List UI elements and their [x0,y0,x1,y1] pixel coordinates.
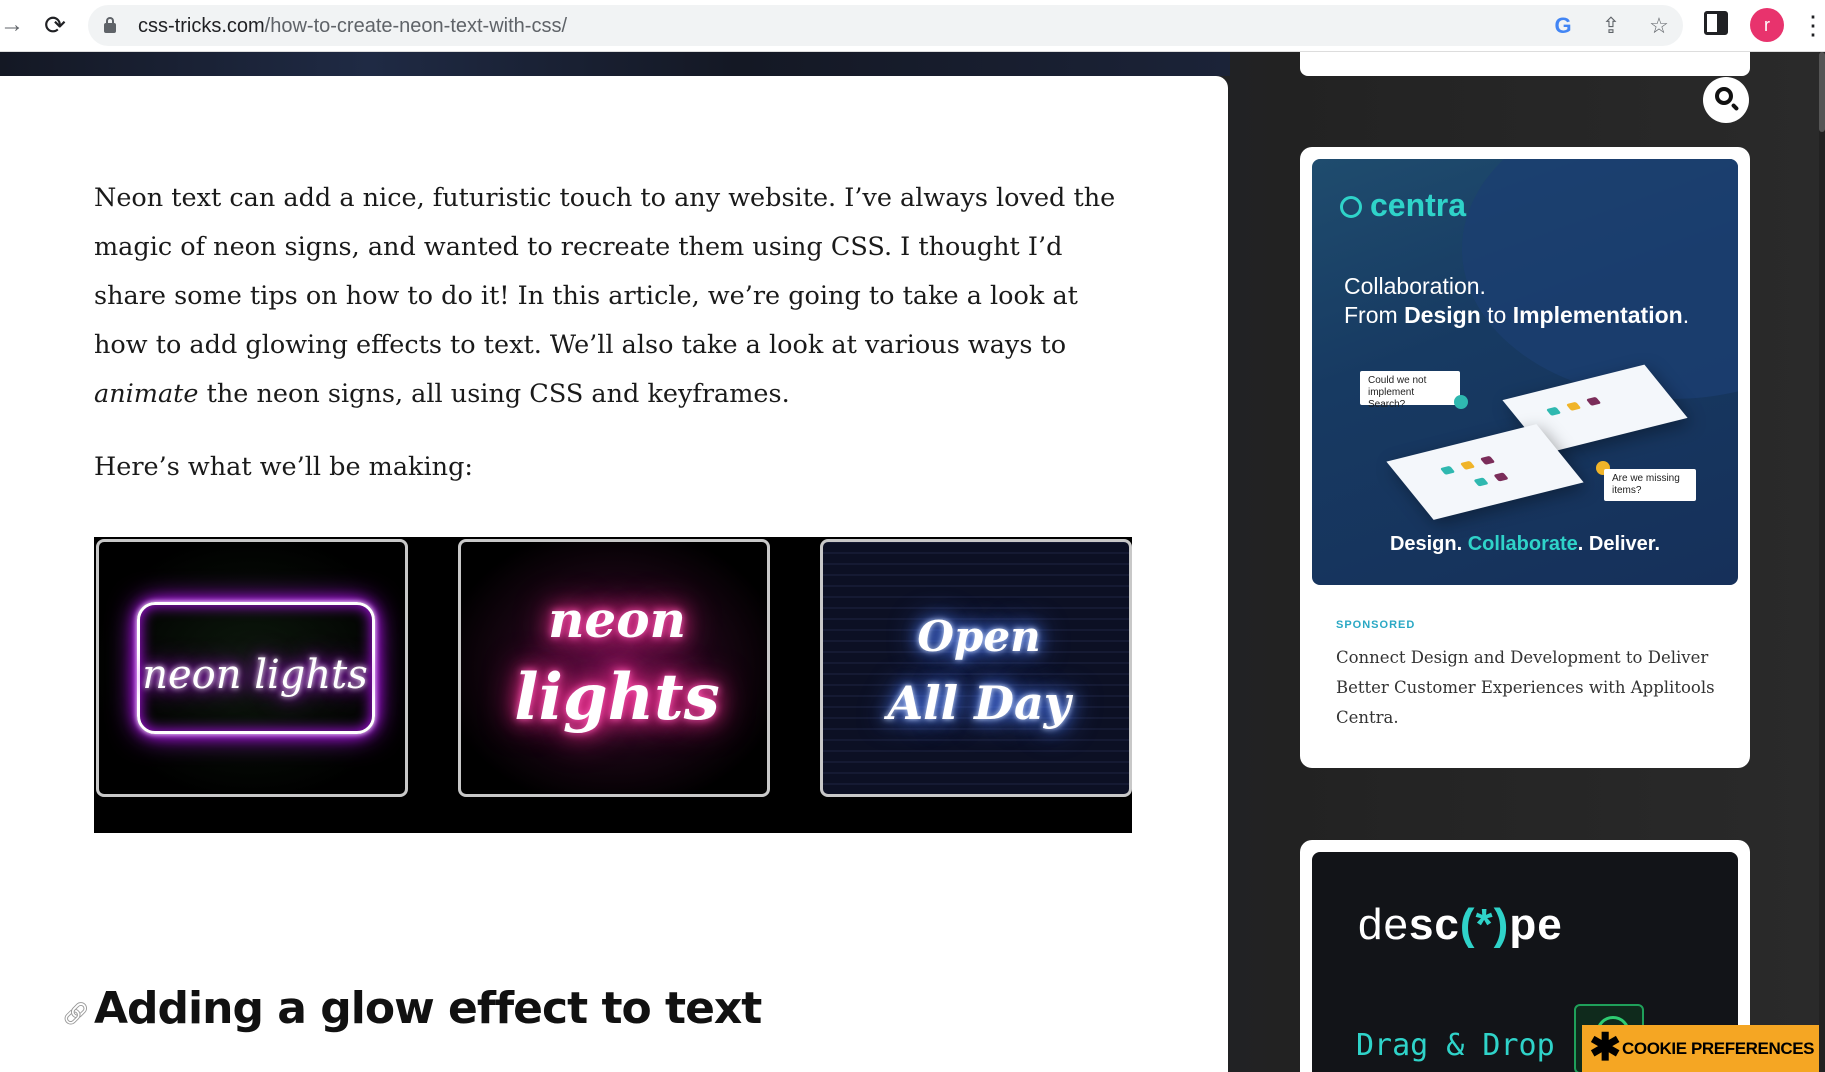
centra-footer-tagline: Design. Collaborate. Deliver. [1389,533,1661,555]
comment-bubble: Are we missing items? [1604,469,1696,501]
neon-tile-text: lights [514,660,720,735]
section-heading-row: 🔗︎ Adding a glow effect to text [62,978,762,1038]
centra-tagline: From Design to Implementation. [1344,302,1690,328]
cookie-preferences-label: COOKIE PREFERENCES [1622,1039,1815,1058]
forward-arrow-icon[interactable]: → [0,10,24,40]
menu-kebab-icon[interactable]: ⋮ [1800,8,1825,42]
descope-logo: desc(*)pe [1358,900,1563,949]
centra-swirl-icon [1340,196,1362,218]
reload-icon[interactable]: ⟳ [40,10,70,40]
sponsored-ad-card[interactable]: centra Collaboration. From Design to Imp… [1298,145,1752,770]
ad-copy-link[interactable]: Connect Design and Development to Delive… [1336,643,1716,733]
making-paragraph: Here’s what we’ll be making: [94,452,474,482]
centra-logo: centra [1340,187,1466,224]
neon-tile-text: Open [917,612,1041,661]
search-button[interactable] [1703,77,1749,123]
scrollbar-track[interactable] [1819,52,1825,1072]
neon-demo-embed[interactable]: neon lights neon lights Open All Day [94,537,1132,833]
side-panel-icon[interactable] [1704,11,1728,35]
neon-tile-blue: Open All Day [820,539,1132,797]
google-icon[interactable]: G [1549,12,1577,40]
lock-icon[interactable] [104,17,116,33]
browser-toolbar: → ⟳ css-tricks.com/how-to-create-neon-te… [0,0,1825,52]
search-icon [1715,87,1733,105]
descope-tagline: Drag & Drop [1356,1028,1555,1063]
star-icon[interactable]: ☆ [1645,12,1673,40]
neon-tile-text: neon [548,590,686,649]
scrollbar-thumb[interactable] [1819,52,1825,132]
neon-tile-pink: neon lights [458,539,770,797]
neon-tile-lights-frame: neon lights [96,539,408,797]
asterisk-icon: ✱ [1589,1027,1621,1069]
cookie-preferences-button[interactable]: ✱ COOKIE PREFERENCES [1582,1025,1825,1072]
section-heading: Adding a glow effect to text [94,982,762,1034]
anchor-link-icon[interactable]: 🔗︎ [62,1001,90,1027]
article-card: Neon text can add a nice, futuristic tou… [0,76,1228,1072]
share-icon[interactable]: ⇪ [1597,12,1625,40]
address-bar[interactable]: css-tricks.com/how-to-create-neon-text-w… [88,5,1683,46]
centra-tagline: Collaboration. [1344,273,1486,299]
centra-ad-banner[interactable]: centra Collaboration. From Design to Imp… [1312,159,1738,585]
comment-bubble: Could we not implement Search? [1360,371,1460,410]
header-background-art [0,52,1230,76]
profile-avatar[interactable]: r [1750,8,1784,42]
neon-tile-text: All Day [887,676,1071,730]
comment-dot [1454,395,1468,409]
url-text[interactable]: css-tricks.com/how-to-create-neon-text-w… [138,15,567,38]
sponsored-label: SPONSORED [1336,619,1416,631]
intro-paragraph: Neon text can add a nice, futuristic tou… [94,183,1116,409]
sidebar-top-card [1300,52,1750,76]
neon-tile-text: neon lights [142,652,368,698]
